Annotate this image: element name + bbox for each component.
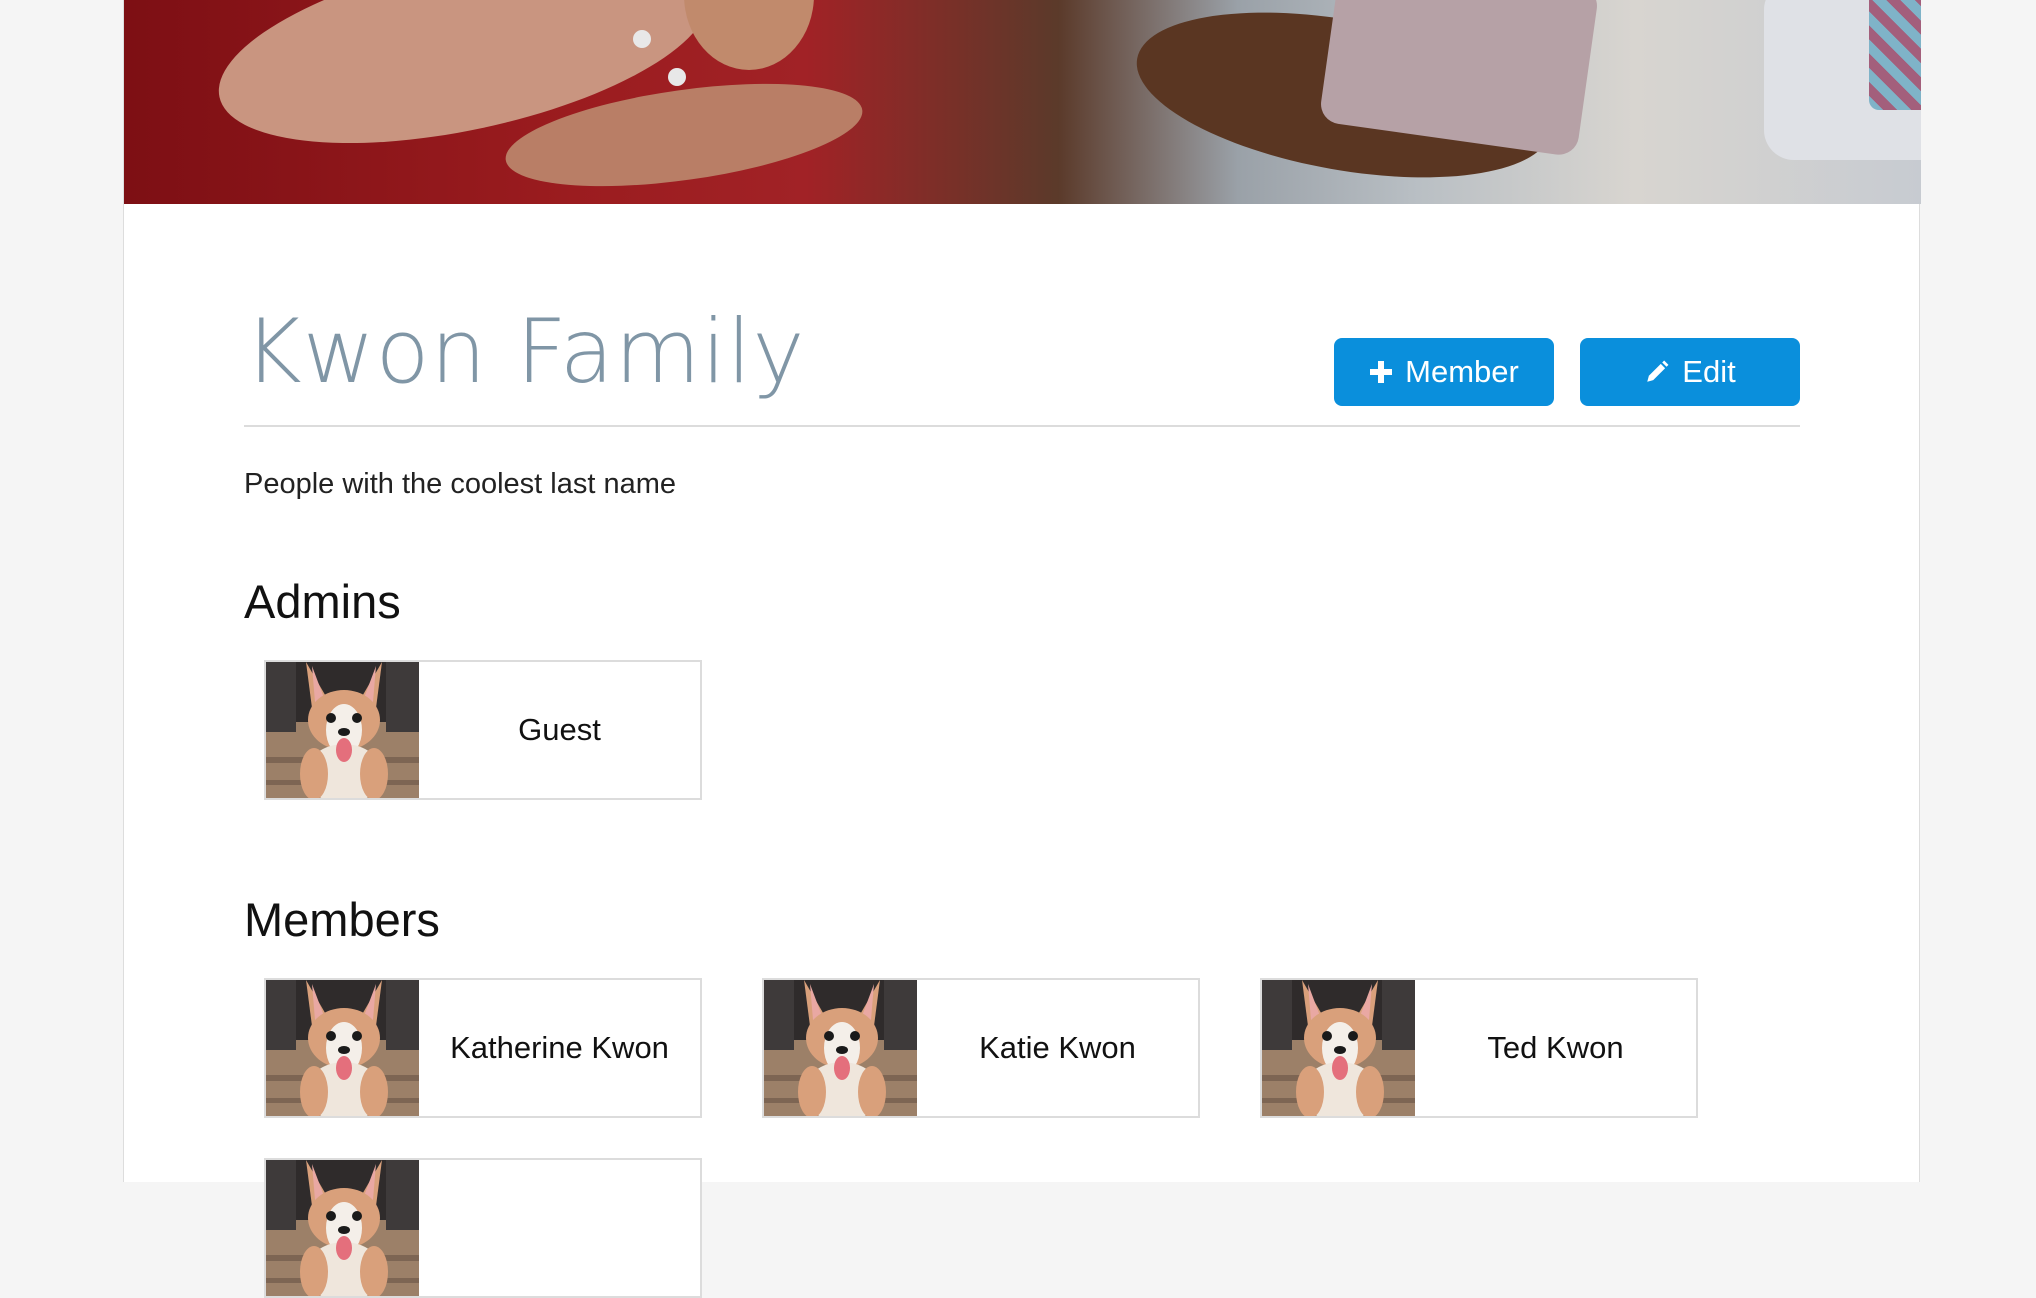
corgi-avatar-image (266, 662, 419, 798)
cover-photo (124, 0, 1921, 204)
avatar (1262, 980, 1415, 1116)
edit-button[interactable]: Edit (1580, 338, 1800, 406)
pencil-icon (1644, 359, 1670, 385)
member-name: Ted Kwon (1487, 1030, 1624, 1065)
members-card[interactable]: Katie Kwon (762, 978, 1200, 1118)
page-title: Kwon Family (244, 300, 806, 403)
members-card[interactable] (264, 1158, 702, 1298)
admins-heading: Admins (244, 575, 401, 628)
plus-icon (1369, 360, 1393, 384)
member-name (419, 1160, 700, 1296)
member-name: Katie Kwon (979, 1030, 1136, 1065)
member-name: Guest (518, 712, 601, 747)
admins-card[interactable]: Guest (264, 660, 702, 800)
add-member-button[interactable]: Member (1334, 338, 1554, 406)
corgi-avatar-image (1262, 980, 1415, 1116)
avatar (266, 1160, 419, 1296)
member-name: Katherine Kwon (450, 1030, 669, 1065)
avatar (266, 980, 419, 1116)
members-card[interactable]: Ted Kwon (1260, 978, 1698, 1118)
title-divider (244, 425, 1800, 427)
corgi-avatar-image (266, 980, 419, 1116)
members-card[interactable]: Katherine Kwon (264, 978, 702, 1118)
add-member-label: Member (1405, 354, 1519, 389)
corgi-avatar-image (266, 1160, 419, 1296)
corgi-avatar-image (764, 980, 917, 1116)
group-description: People with the coolest last name (244, 468, 677, 500)
avatar (764, 980, 917, 1116)
edit-label: Edit (1682, 354, 1736, 389)
members-heading: Members (244, 893, 440, 946)
avatar (266, 662, 419, 798)
